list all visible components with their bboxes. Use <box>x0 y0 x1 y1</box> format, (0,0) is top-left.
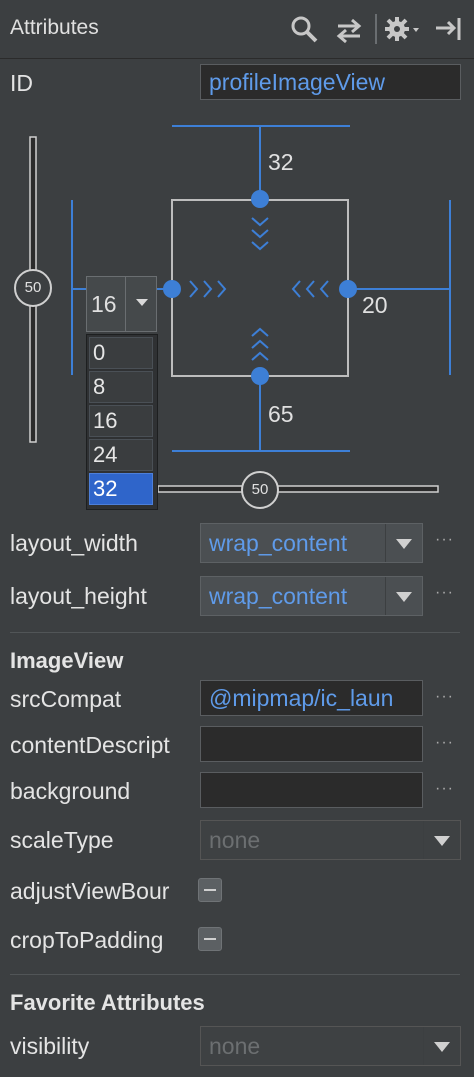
section-title-imageview: ImageView <box>10 648 124 673</box>
src-compat-field[interactable]: @mipmap/ic_laun <box>200 680 423 716</box>
scale-type-label: scaleType <box>10 827 114 853</box>
divider <box>10 632 460 633</box>
more-icon[interactable]: ··· <box>435 584 454 602</box>
visibility-value: none <box>209 1033 261 1059</box>
scale-type-select[interactable]: none <box>200 820 461 860</box>
chevron-down-icon <box>423 1027 460 1065</box>
content-description-field[interactable] <box>200 726 423 762</box>
section-title-favorites: Favorite Attributes <box>10 990 205 1015</box>
visibility-label: visibility <box>10 1033 90 1059</box>
more-icon[interactable]: ··· <box>435 531 454 549</box>
swap-icon[interactable] <box>334 16 364 44</box>
more-icon[interactable]: ··· <box>435 780 454 798</box>
dropdown-option[interactable]: 8 <box>89 371 153 403</box>
panel-title: Attributes <box>10 16 99 39</box>
adjust-view-bounds-label: adjustViewBour <box>10 878 170 904</box>
background-field[interactable] <box>200 772 423 808</box>
horizontal-bias-value[interactable]: 50 <box>245 481 275 498</box>
divider <box>10 974 460 975</box>
horizontal-bias-track <box>157 485 439 493</box>
margin-right-value[interactable]: 20 <box>362 292 388 319</box>
crop-to-padding-label: cropToPadding <box>10 927 164 953</box>
chevron-down-icon <box>385 577 422 615</box>
layout-width-label: layout_width <box>10 530 138 556</box>
gear-icon[interactable] <box>383 15 423 45</box>
more-icon[interactable]: ··· <box>435 734 454 752</box>
constraint-widget <box>14 125 451 509</box>
margin-dropdown-list: 0 8 16 24 32 <box>86 334 158 510</box>
dropdown-option[interactable]: 0 <box>89 337 153 369</box>
toolbar-divider <box>375 14 377 44</box>
margin-top-value[interactable]: 32 <box>268 149 294 176</box>
more-icon[interactable]: ··· <box>435 688 454 706</box>
layout-width-select[interactable]: wrap_content <box>200 523 423 563</box>
crop-to-padding-checkbox[interactable] <box>198 927 222 951</box>
background-label: background <box>10 778 131 804</box>
layout-width-value: wrap_content <box>209 530 348 556</box>
dropdown-option-selected[interactable]: 32 <box>89 473 153 505</box>
layout-height-value: wrap_content <box>209 583 348 609</box>
layout-height-select[interactable]: wrap_content <box>200 576 423 616</box>
chevron-down-icon <box>125 277 158 331</box>
dropdown-option[interactable]: 24 <box>89 439 153 471</box>
src-compat-label: srcCompat <box>10 686 122 712</box>
chevron-down-icon <box>385 524 422 562</box>
id-label: ID <box>10 70 33 96</box>
margin-bottom-value[interactable]: 65 <box>268 401 294 428</box>
left-margin-combo[interactable]: 16 <box>86 276 157 332</box>
adjust-view-bounds-checkbox[interactable] <box>198 878 222 902</box>
layout-height-label: layout_height <box>10 583 147 609</box>
scale-type-value: none <box>209 827 261 853</box>
chevron-down-icon <box>423 821 460 859</box>
search-icon[interactable] <box>289 14 319 44</box>
dropdown-option[interactable]: 16 <box>89 405 153 437</box>
left-margin-value: 16 <box>91 291 117 317</box>
content-description-label: contentDescript <box>10 732 170 758</box>
vertical-bias-value[interactable]: 50 <box>18 279 48 296</box>
pin-icon[interactable] <box>434 16 464 44</box>
visibility-select[interactable]: none <box>200 1026 461 1066</box>
id-field[interactable]: profileImageView <box>200 64 461 100</box>
